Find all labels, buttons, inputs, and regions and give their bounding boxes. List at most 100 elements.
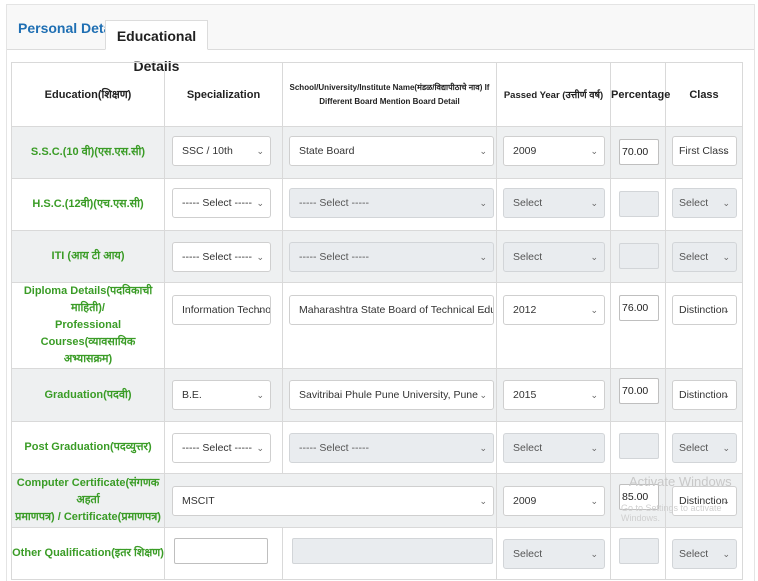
specialization-input[interactable] (174, 538, 268, 564)
row-label-text: Computer Certificate(संगणक अहर्ता (16, 477, 160, 506)
year-select[interactable]: 2009 ⌄ (503, 486, 605, 516)
class-select[interactable]: Select ⌄ (672, 188, 737, 218)
chevron-down-icon: ⌄ (590, 496, 598, 506)
specialization-select[interactable]: B.E. ⌄ (172, 380, 271, 410)
percentage-input[interactable] (619, 191, 659, 217)
specialization-value: ----- Select ----- (182, 197, 252, 209)
specialization-select[interactable]: ----- Select ----- ⌄ (172, 242, 271, 272)
row-label: S.S.C.(10 वी)(एस.एस.सी) (11, 126, 165, 179)
specialization-value: SSC / 10th (182, 145, 233, 157)
year-value: 2015 (513, 389, 537, 401)
activate-windows-watermark: Activate Windows (629, 474, 732, 489)
chevron-down-icon: ⌄ (722, 549, 730, 559)
class-select[interactable]: Select ⌄ (672, 433, 737, 463)
chevron-down-icon: ⌄ (479, 390, 487, 400)
chevron-down-icon: ⌄ (256, 305, 264, 315)
school-select[interactable]: Maharashtra State Board of Technical Edu… (289, 295, 494, 325)
class-value: Select (679, 442, 709, 454)
activate-windows-hint: Go to Settings to activate Windows. (621, 503, 722, 523)
school-value: Maharashtra State Board of Technical Edu… (299, 304, 493, 316)
percentage-input[interactable] (619, 433, 659, 459)
year-select[interactable]: Select ⌄ (503, 242, 605, 272)
year-value: Select (513, 251, 543, 263)
table-row: H.S.C.(12वी)(एच.एस.सी) ----- Select ----… (11, 178, 743, 231)
class-select[interactable]: Distinction ⌄ (672, 380, 737, 410)
class-value: Select (679, 548, 709, 560)
chevron-down-icon: ⌄ (479, 198, 487, 208)
year-select[interactable]: Select ⌄ (503, 188, 605, 218)
header-school-line1: School/University/Institute Name(मंडळ/वि… (289, 82, 490, 92)
row-label: ITI (आय टी आय) (11, 230, 165, 283)
row-label: Other Qualification(इतर शिक्षण) (11, 527, 165, 580)
table-row: Graduation(पदवी) B.E. ⌄ Savitribai Phule … (11, 368, 743, 422)
year-select[interactable]: Select ⌄ (503, 539, 605, 569)
chevron-down-icon: ⌄ (590, 549, 598, 559)
row-label-text: Diploma Details(पदविकाची माहिती)/ (23, 285, 153, 314)
chevron-down-icon: ⌄ (590, 390, 598, 400)
class-select[interactable]: Select ⌄ (672, 242, 737, 272)
header-class: Class (665, 62, 743, 127)
school-select[interactable]: State Board ⌄ (289, 136, 494, 166)
school-select[interactable]: ----- Select ----- ⌄ (289, 242, 494, 272)
chevron-down-icon: ⌄ (722, 390, 730, 400)
school-select[interactable]: ----- Select ----- ⌄ (289, 433, 494, 463)
class-select[interactable]: First Class ⌄ (672, 136, 737, 166)
percentage-input[interactable] (619, 243, 659, 269)
chevron-down-icon: ⌄ (256, 198, 264, 208)
year-select[interactable]: 2009 ⌄ (503, 136, 605, 166)
specialization-select[interactable]: ----- Select ----- ⌄ (172, 433, 271, 463)
chevron-down-icon: ⌄ (256, 252, 264, 262)
row-label-text: प्रमाणपत्र) / Certificate(प्रमाणपत्र) (15, 511, 161, 523)
specialization-select[interactable]: SSC / 10th ⌄ (172, 136, 271, 166)
chevron-down-icon: ⌄ (479, 252, 487, 262)
year-select[interactable]: 2015 ⌄ (503, 380, 605, 410)
year-select[interactable]: 2012 ⌄ (503, 295, 605, 325)
table-row: S.S.C.(10 वी)(एस.एस.सी) SSC / 10th ⌄ Stat… (11, 126, 743, 179)
chevron-down-icon: ⌄ (722, 146, 730, 156)
row-label: Post Graduation(पदव्युत्तर) (11, 421, 165, 474)
chevron-down-icon: ⌄ (590, 146, 598, 156)
row-label-text: ITI (आय टी आय) (51, 250, 125, 262)
chevron-down-icon: ⌄ (479, 305, 487, 315)
tab-bar: Personal Details Educational Details (7, 5, 754, 74)
year-value: 2009 (513, 145, 537, 157)
row-label: H.S.C.(12वी)(एच.एस.सी) (11, 178, 165, 231)
year-value: Select (513, 197, 543, 209)
row-label: Diploma Details(पदविकाची माहिती)/ Profess… (11, 282, 165, 369)
chevron-down-icon: ⌄ (479, 146, 487, 156)
year-select[interactable]: Select ⌄ (503, 433, 605, 463)
school-value: ----- Select ----- (299, 197, 369, 209)
school-input[interactable] (292, 538, 493, 564)
table-row: Other Qualification(इतर शिक्षण) Select ⌄ … (11, 527, 743, 580)
specialization-value: ----- Select ----- (182, 251, 252, 263)
certificate-select[interactable]: MSCIT ⌄ (172, 486, 494, 516)
class-value: Distinction (679, 304, 728, 316)
header-school: School/University/Institute Name(मंडळ/वि… (282, 62, 497, 127)
year-value: Select (513, 548, 543, 560)
percentage-input[interactable]: 76.00 (619, 295, 659, 321)
chevron-down-icon: ⌄ (479, 443, 487, 453)
header-passed-year: Passed Year (उत्तीर्ण वर्ष) (496, 62, 611, 127)
specialization-select[interactable]: ----- Select ----- ⌄ (172, 188, 271, 218)
chevron-down-icon: ⌄ (722, 198, 730, 208)
percentage-input[interactable]: 70.00 (619, 139, 659, 165)
chevron-down-icon: ⌄ (256, 443, 264, 453)
row-label: Computer Certificate(संगणक अहर्ता प्रमाणप… (11, 473, 165, 528)
class-select[interactable]: Select ⌄ (672, 539, 737, 569)
class-select[interactable]: Distinction ⌄ (672, 295, 737, 325)
chevron-down-icon: ⌄ (590, 252, 598, 262)
row-label-text: H.S.C.(12वी)(एच.एस.सी) (32, 198, 144, 210)
percentage-input[interactable]: 70.00 (619, 378, 659, 404)
certificate-value: MSCIT (182, 495, 215, 507)
school-select[interactable]: ----- Select ----- ⌄ (289, 188, 494, 218)
percentage-input[interactable] (619, 538, 659, 564)
class-value: Distinction (679, 389, 728, 401)
school-value: State Board (299, 145, 355, 157)
row-label: Graduation(पदवी) (11, 368, 165, 422)
tab-educational-details[interactable]: Educational Details (105, 20, 208, 74)
specialization-select[interactable]: Information Technolo ⌄ (172, 295, 271, 325)
school-select[interactable]: Savitribai Phule Pune University, Pune ⌄ (289, 380, 494, 410)
year-value: Select (513, 442, 543, 454)
chevron-down-icon: ⌄ (256, 390, 264, 400)
chevron-down-icon: ⌄ (722, 252, 730, 262)
